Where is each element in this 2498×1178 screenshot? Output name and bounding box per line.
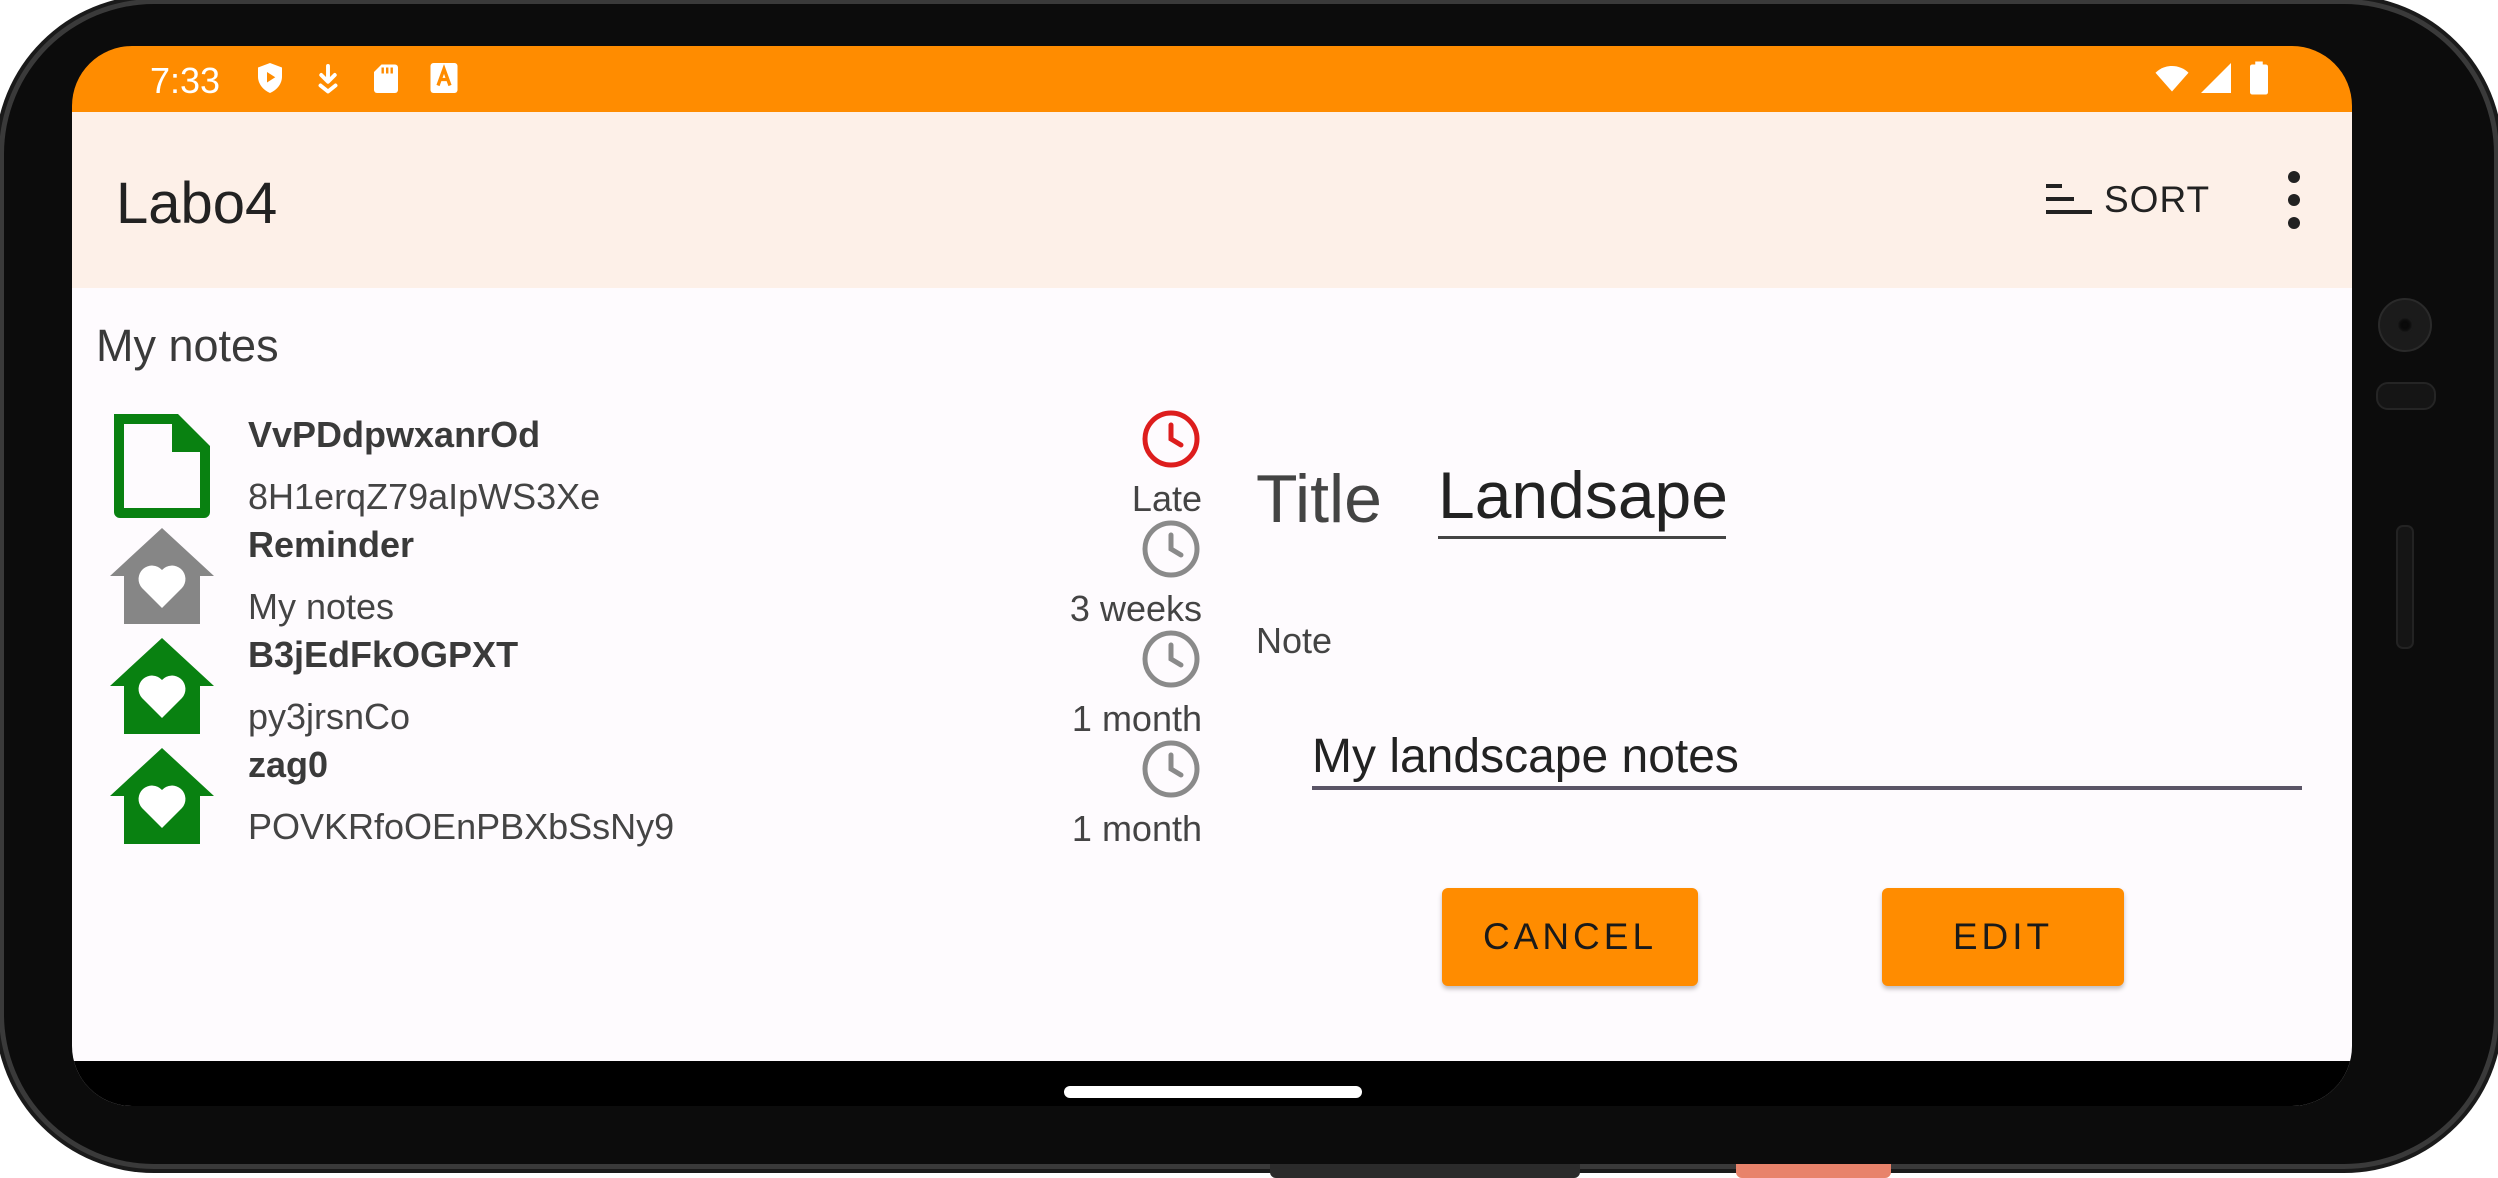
navigation-bar <box>72 1061 2352 1106</box>
section-title: My notes <box>96 320 279 371</box>
device-frame: 7:33 Labo4 SORT My notes VvPDdpwxanrOd 8… <box>0 0 2498 1178</box>
home-heart-icon <box>110 748 214 844</box>
battery-icon <box>2250 61 2268 95</box>
power-button <box>1736 1164 1891 1178</box>
download-icon <box>318 64 338 94</box>
proximity-sensor <box>2376 382 2436 410</box>
more-vert-icon[interactable] <box>2268 164 2320 236</box>
note-list-item[interactable]: zag0 POVKRfoOEnPBXbSsNy9 1 month <box>72 718 1202 894</box>
clock-icon <box>1142 410 1200 468</box>
content-area: My notes VvPDdpwxanrOd 8H1erqZ79aIpWS3Xe… <box>72 288 2352 1106</box>
clock-icon <box>1142 520 1200 578</box>
note-label: Note <box>1256 620 1333 661</box>
keyboard-icon <box>430 63 458 93</box>
title-label: Title <box>1256 461 1382 537</box>
note-title: zag0 <box>248 744 329 785</box>
app-title: Labo4 <box>116 171 278 236</box>
note-title: Reminder <box>248 524 415 565</box>
front-camera <box>2378 298 2432 352</box>
screen: 7:33 Labo4 SORT My notes VvPDdpwxanrOd 8… <box>72 46 2352 1106</box>
volume-button <box>1270 1164 1580 1178</box>
edit-button[interactable]: EDIT <box>1882 888 2124 986</box>
clock-icon <box>1142 740 1200 798</box>
note-title: B3jEdFkOGPXT <box>248 634 519 675</box>
note-field[interactable] <box>1312 726 2302 790</box>
sort-label: SORT <box>2104 179 2211 220</box>
note-subtitle: POVKRfoOEnPBXbSsNy9 <box>248 806 675 847</box>
app-bar: Labo4 SORT <box>72 112 2352 288</box>
status-time: 7:33 <box>150 60 221 101</box>
clock-icon <box>1142 630 1200 688</box>
sort-icon <box>2046 184 2092 214</box>
note-title: VvPDdpwxanrOd <box>248 414 541 455</box>
sort-button[interactable]: SORT <box>2044 172 2210 228</box>
title-field[interactable] <box>1438 454 1726 539</box>
home-gesture-handle[interactable] <box>1064 1086 1362 1098</box>
cell-signal-icon <box>2201 63 2231 93</box>
cancel-button[interactable]: CANCEL <box>1442 888 1698 986</box>
earpiece-speaker <box>2396 525 2414 649</box>
note-time: 1 month <box>1071 808 1202 849</box>
status-bar: 7:33 <box>72 46 2352 112</box>
wifi-icon <box>2155 66 2189 92</box>
play-protect-icon <box>258 63 282 93</box>
sd-card-icon <box>374 64 398 93</box>
